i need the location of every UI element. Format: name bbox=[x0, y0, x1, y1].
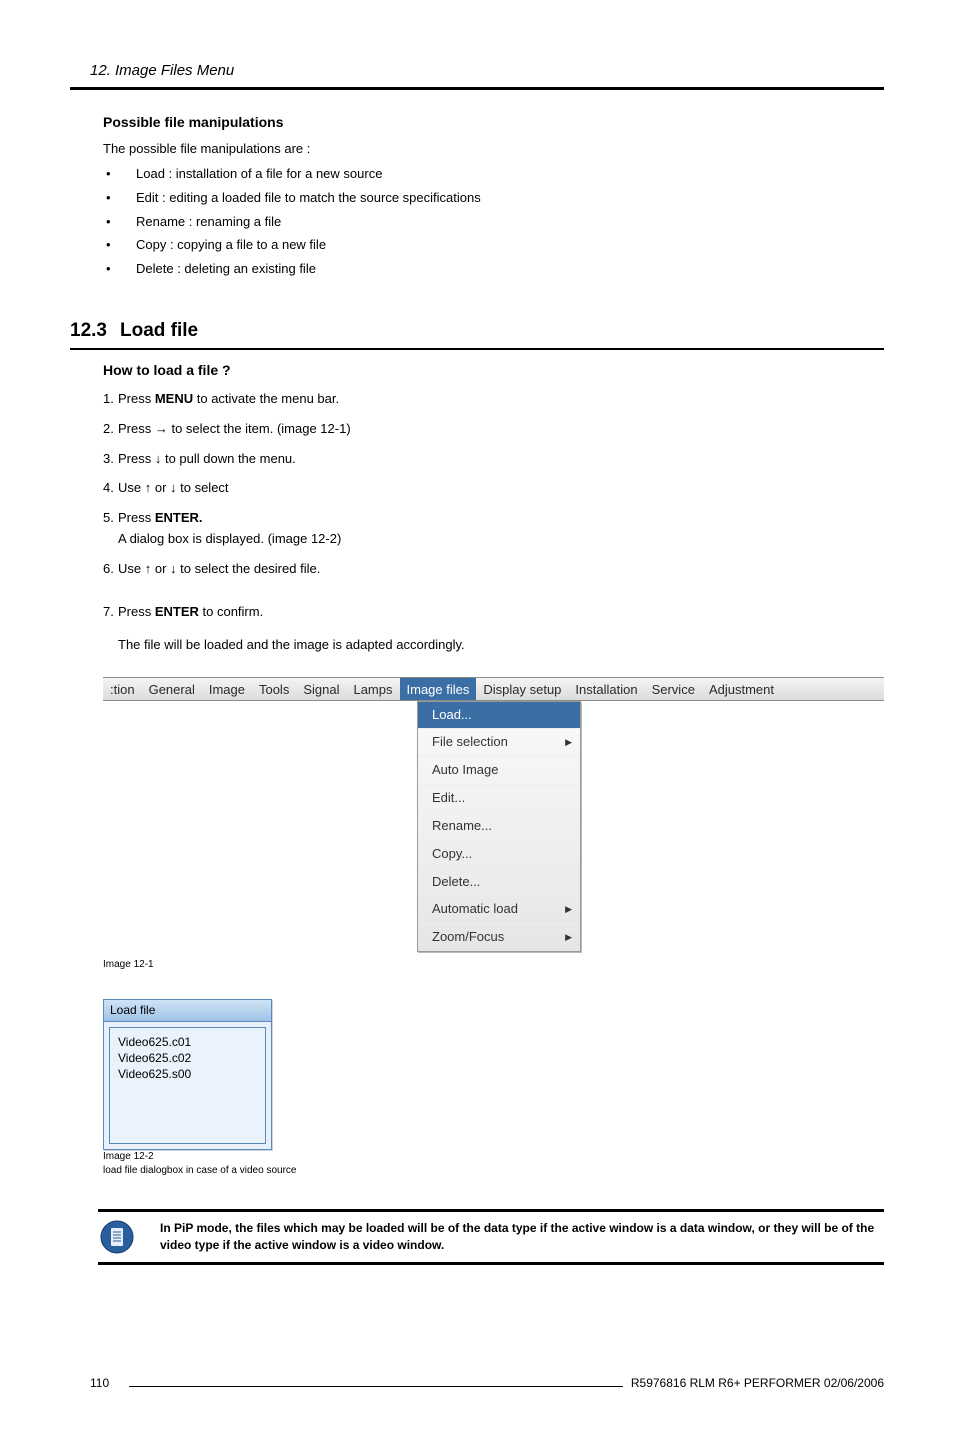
footer-rule bbox=[129, 1386, 623, 1387]
section-rule bbox=[70, 348, 884, 350]
dropdown-item[interactable]: Auto Image bbox=[418, 757, 580, 785]
step-2: Press → to select the item. (image 12-1) bbox=[70, 420, 884, 439]
chevron-right-icon: ▶ bbox=[565, 931, 572, 944]
dropdown-item-selected[interactable]: Load... bbox=[418, 702, 580, 730]
section-title: Load file bbox=[120, 317, 198, 345]
manip-list: Load : installation of a file for a new … bbox=[70, 165, 884, 279]
dropdown-label: Copy... bbox=[432, 845, 472, 864]
step-sub: A dialog box is displayed. (image 12-2) bbox=[118, 530, 884, 549]
dialog-title: Load file bbox=[104, 1000, 271, 1022]
menu-item[interactable]: Signal bbox=[296, 678, 346, 700]
step-text: Use ↑ or ↓ to select the desired file. bbox=[118, 561, 320, 576]
step-text: to confirm. bbox=[199, 604, 263, 619]
step-text: Use ↑ or ↓ to select bbox=[118, 480, 229, 495]
page-number: 110 bbox=[70, 1375, 109, 1392]
step-7-note: The file will be loaded and the image is… bbox=[70, 636, 884, 655]
dropdown-menu: Load... File selection ▶ Auto Image Edit.… bbox=[417, 701, 581, 953]
dropdown-item[interactable]: Delete... bbox=[418, 869, 580, 897]
figure-12-1-caption: Image 12-1 bbox=[103, 958, 884, 973]
menu-item[interactable]: Image bbox=[202, 678, 252, 700]
chevron-right-icon: ▶ bbox=[565, 903, 572, 916]
step-text: Press → to select the item. (image 12-1) bbox=[118, 421, 351, 436]
menu-item[interactable]: Lamps bbox=[346, 678, 399, 700]
step-7: Press ENTER to confirm. bbox=[70, 603, 884, 622]
dropdown-label: Automatic load bbox=[432, 900, 518, 919]
note-block: In PiP mode, the files which may be load… bbox=[98, 1209, 884, 1266]
manip-item: Delete : deleting an existing file bbox=[70, 260, 884, 279]
dropdown-label: Auto Image bbox=[432, 761, 499, 780]
manip-item: Rename : renaming a file bbox=[70, 213, 884, 232]
steps-list: Press MENU to activate the menu bar. Pre… bbox=[70, 390, 884, 622]
dropdown-item[interactable]: Zoom/Focus ▶ bbox=[418, 924, 580, 951]
dropdown-label: File selection bbox=[432, 733, 508, 752]
step-text: Press bbox=[118, 604, 155, 619]
step-6: Use ↑ or ↓ to select the desired file. bbox=[70, 560, 884, 579]
step-text: Press bbox=[118, 391, 155, 406]
dropdown-item[interactable]: Rename... bbox=[418, 813, 580, 841]
dropdown-label: Load... bbox=[432, 706, 472, 725]
doc-id: R5976816 RLM R6+ PERFORMER 02/06/2006 bbox=[631, 1375, 884, 1392]
menu-item[interactable]: Display setup bbox=[476, 678, 568, 700]
dropdown-item[interactable]: Copy... bbox=[418, 841, 580, 869]
figure-12-2: Load file Video625.c01 Video625.c02 Vide… bbox=[103, 999, 272, 1150]
chevron-right-icon: ▶ bbox=[565, 736, 572, 749]
note-icon bbox=[100, 1220, 134, 1254]
menu-bar: :tion General Image Tools Signal Lamps I… bbox=[103, 677, 884, 701]
list-item[interactable]: Video625.c01 bbox=[118, 1034, 257, 1050]
section-load-header: 12.3 Load file bbox=[70, 317, 884, 345]
dropdown-item[interactable]: Edit... bbox=[418, 785, 580, 813]
dropdown-item[interactable]: Automatic load ▶ bbox=[418, 896, 580, 924]
step-bold: ENTER bbox=[155, 604, 199, 619]
step-5: Press ENTER. A dialog box is displayed. … bbox=[70, 509, 884, 549]
dropdown-label: Rename... bbox=[432, 817, 492, 836]
manip-item: Copy : copying a file to a new file bbox=[70, 236, 884, 255]
section-number: 12.3 bbox=[70, 317, 110, 345]
chapter-header: 12. Image Files Menu bbox=[70, 60, 884, 82]
menu-item[interactable]: :tion bbox=[103, 678, 142, 700]
menu-item[interactable]: Installation bbox=[568, 678, 644, 700]
menu-item[interactable]: Adjustment bbox=[702, 678, 781, 700]
note-text: In PiP mode, the files which may be load… bbox=[160, 1220, 882, 1255]
sub-heading: How to load a file ? bbox=[70, 360, 884, 380]
step-1: Press MENU to activate the menu bar. bbox=[70, 390, 884, 409]
step-bold: ENTER. bbox=[155, 510, 203, 525]
list-item[interactable]: Video625.s00 bbox=[118, 1066, 257, 1082]
step-text: Press bbox=[118, 510, 155, 525]
menu-item-selected[interactable]: Image files bbox=[400, 678, 477, 700]
step-text: Press ↓ to pull down the menu. bbox=[118, 451, 296, 466]
load-file-dialog: Load file Video625.c01 Video625.c02 Vide… bbox=[103, 999, 272, 1150]
list-item[interactable]: Video625.c02 bbox=[118, 1050, 257, 1066]
menu-item[interactable]: Tools bbox=[252, 678, 296, 700]
dropdown-label: Zoom/Focus bbox=[432, 928, 504, 947]
dropdown-label: Delete... bbox=[432, 873, 480, 892]
figure-12-2-caption-sub: load file dialogbox in case of a video s… bbox=[103, 1164, 884, 1179]
figure-12-1: :tion General Image Tools Signal Lamps I… bbox=[103, 677, 884, 953]
menu-item[interactable]: General bbox=[142, 678, 202, 700]
manip-item: Load : installation of a file for a new … bbox=[70, 165, 884, 184]
menu-item[interactable]: Service bbox=[645, 678, 702, 700]
manip-intro: The possible file manipulations are : bbox=[70, 140, 884, 159]
figure-12-2-caption: Image 12-2 bbox=[103, 1150, 884, 1165]
step-bold: MENU bbox=[155, 391, 193, 406]
step-text: to activate the menu bar. bbox=[193, 391, 339, 406]
dropdown-item[interactable]: File selection ▶ bbox=[418, 729, 580, 757]
step-3: Press ↓ to pull down the menu. bbox=[70, 450, 884, 469]
dropdown-label: Edit... bbox=[432, 789, 465, 808]
dialog-body[interactable]: Video625.c01 Video625.c02 Video625.s00 bbox=[109, 1027, 266, 1144]
manip-item: Edit : editing a loaded file to match th… bbox=[70, 189, 884, 208]
page-footer: 110 R5976816 RLM R6+ PERFORMER 02/06/200… bbox=[70, 1375, 884, 1392]
chapter-rule bbox=[70, 87, 884, 90]
step-4: Use ↑ or ↓ to select bbox=[70, 479, 884, 498]
section-manip-heading: Possible file manipulations bbox=[70, 112, 884, 132]
